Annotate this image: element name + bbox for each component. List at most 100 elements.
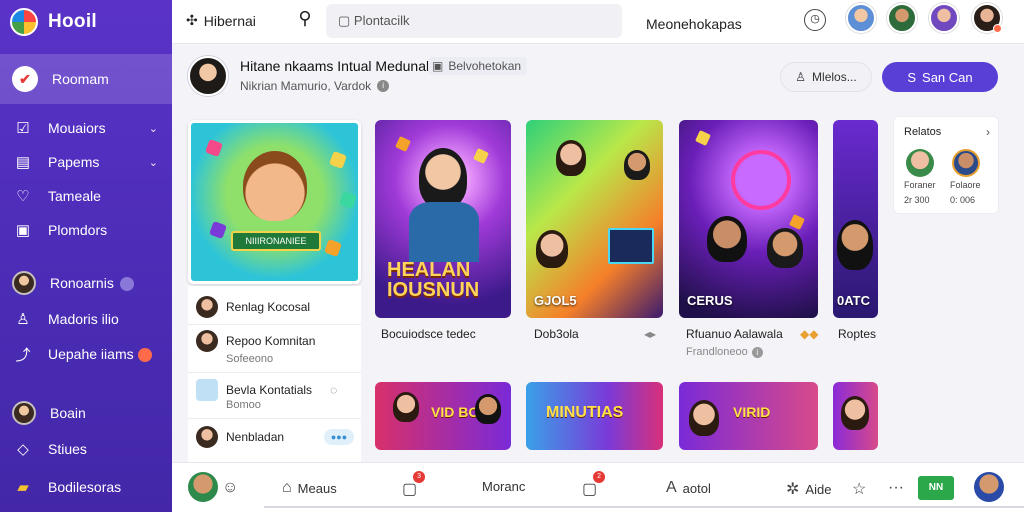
sidebar-item-label: Roomam	[52, 71, 109, 87]
nav-messages[interactable]: ▢ 2	[582, 471, 606, 499]
avatar[interactable]	[887, 3, 917, 33]
list-item-sub: Bomoo	[226, 399, 261, 411]
channel-chip[interactable]: ▣ Belvohetokan	[428, 57, 528, 75]
document-icon: ▤	[15, 154, 31, 171]
check-square-icon: ☑	[16, 120, 30, 137]
chevron-down-icon: ⌄	[148, 156, 158, 169]
emoji-button[interactable]: ☺	[222, 479, 238, 497]
avatar[interactable]	[906, 149, 934, 177]
green-badge[interactable]: NN	[918, 476, 954, 500]
search-center-label: Meonehokapas	[646, 16, 742, 32]
nav-moranc[interactable]: Moranc	[482, 479, 525, 494]
brand[interactable]: Hooil	[10, 8, 97, 36]
chevron-right-icon[interactable]: ›	[986, 125, 990, 139]
video-thumb[interactable]: VID BONG	[375, 382, 511, 450]
sidebar-item-plomdors[interactable]: ▣ Plomdors	[0, 213, 172, 247]
video-thumb[interactable]: VIRID	[679, 382, 818, 450]
avatar[interactable]	[846, 3, 876, 33]
more-icon[interactable]: ◂▸	[644, 327, 656, 341]
video-thumb[interactable]: MINUTIAS	[526, 382, 663, 450]
avatar	[12, 401, 36, 425]
list-item[interactable]: Bevla Kontatials ◌	[196, 379, 337, 401]
video-overlay-title: HEALAN IOUSNUN	[387, 259, 480, 301]
search-placeholder: ▢ Plontacilk	[338, 13, 410, 28]
video-card[interactable]: CERUS	[679, 120, 818, 318]
reaction-icon: ◆◆	[800, 327, 819, 341]
sidebar-item-boain[interactable]: Boain	[0, 396, 172, 430]
search-icon[interactable]: ⚲	[292, 8, 318, 34]
home-icon: ⌂	[282, 479, 292, 496]
sidebar-item-bodilesoras[interactable]: ▰ Bodilesoras	[0, 470, 172, 504]
sidebar-item-roomam[interactable]: ✔ Roomam	[0, 54, 172, 104]
video-card[interactable]: HEALAN IOUSNUN	[375, 120, 511, 318]
related-name: Folaore	[950, 180, 981, 190]
star-button[interactable]: ☆	[852, 479, 866, 499]
square-icon: ▣	[15, 222, 31, 239]
more-dots-icon: ···	[888, 479, 904, 496]
info-icon: i	[377, 80, 390, 92]
smile-icon: ☺	[222, 479, 239, 496]
avatar[interactable]	[929, 3, 959, 33]
bottom-bar: ☺ ⌂ Meaus ▢ 3 Moranc ▢ 2 A aotol ✲ Aide ☆ …	[172, 462, 1024, 512]
list-panel: Renlag Kocosal Repoo Komnitan Sofeeono B…	[188, 286, 361, 464]
sidebar-item-uepahe[interactable]: ⤴ Uepahe iiams	[0, 337, 172, 371]
person-figure	[536, 230, 568, 268]
chat-icon	[196, 379, 218, 401]
video-overlay-label: GJOL5	[534, 293, 577, 308]
page-title[interactable]: ✣ Hibernai	[186, 12, 256, 29]
avatar[interactable]	[952, 149, 980, 177]
video-thumb[interactable]	[833, 382, 878, 450]
avatar[interactable]	[974, 472, 1004, 502]
video-card[interactable]: GJOL5	[526, 120, 663, 318]
status-pill: ●●●	[324, 429, 354, 445]
primary-action-button[interactable]: S San Can	[882, 62, 998, 92]
search-input[interactable]: ▢ Plontacilk Meonehokapas	[326, 4, 742, 38]
person-figure	[556, 140, 586, 176]
video-card[interactable]: 0ATC	[833, 120, 878, 318]
person-figure	[707, 216, 747, 262]
sidebar-item-mouaiors[interactable]: ☑ Mouaiors ⌄	[0, 111, 172, 145]
sidebar-item-madoris[interactable]: ♙ Madoris ilio	[0, 302, 172, 336]
sparkle-icon: ✣	[186, 12, 198, 28]
avatar	[196, 330, 218, 352]
nav-notifications[interactable]: ▢ 3	[402, 471, 426, 499]
tag-icon: ▣	[432, 59, 444, 73]
bell-icon: ▢ 3	[402, 471, 426, 499]
s-icon: S	[907, 69, 917, 85]
list-item[interactable]: Repoo Komnitan	[196, 330, 315, 352]
top-bar: ✣ Hibernai ⚲ ▢ Plontacilk Meonehokapas ◷	[172, 0, 1024, 44]
video-caption: Roptes	[838, 327, 877, 341]
more-button[interactable]: ♙ Mlelos...	[780, 62, 872, 92]
related-panel: Relatos › Foraner Folaore 2r 300 0: 006	[893, 116, 999, 214]
thumb-title: MINUTIAS	[546, 404, 624, 421]
promo-card[interactable]: NIIIRONANIEE	[188, 120, 361, 284]
sidebar-item-label: Stiues	[48, 441, 87, 457]
info-icon: i	[751, 346, 763, 358]
video-overlay-label: 0ATC	[837, 293, 870, 308]
channel-avatar[interactable]	[188, 56, 228, 96]
list-item[interactable]: Renlag Kocosal	[196, 296, 310, 318]
star-icon: ☆	[852, 481, 867, 498]
notification-badge: 3	[413, 471, 426, 483]
sidebar-item-label: Mouaiors	[48, 120, 106, 136]
related-count: 2r 300	[904, 195, 930, 205]
sidebar: Hooil ✔ Roomam ☑ Mouaiors ⌄ ▤ Papems ⌄ ♡…	[0, 0, 172, 512]
avatar[interactable]	[188, 472, 218, 502]
avatar	[196, 296, 218, 318]
more-button[interactable]: ···	[888, 479, 904, 497]
person-figure	[624, 150, 650, 180]
nav-aide[interactable]: ✲ Aide	[786, 479, 831, 499]
person-figure	[767, 228, 803, 268]
sidebar-item-papems[interactable]: ▤ Papems ⌄	[0, 145, 172, 179]
avatar[interactable]	[972, 3, 1002, 33]
video-caption: Dob3ola	[534, 327, 579, 341]
sidebar-item-stiues[interactable]: ◇ Stiues	[0, 432, 172, 466]
list-item[interactable]: Nenbladan	[196, 426, 284, 448]
square-icon: ▢	[338, 13, 354, 28]
nav-meaus[interactable]: ⌂ Meaus	[282, 479, 337, 497]
nav-aotol[interactable]: A aotol	[666, 479, 711, 497]
timer-icon[interactable]: ◷	[804, 9, 826, 31]
sidebar-item-tameale[interactable]: ♡ Tameale	[0, 179, 172, 213]
people-icon: ♙	[16, 311, 30, 328]
sidebar-item-ronoarnis[interactable]: Ronoarnis	[0, 266, 172, 300]
